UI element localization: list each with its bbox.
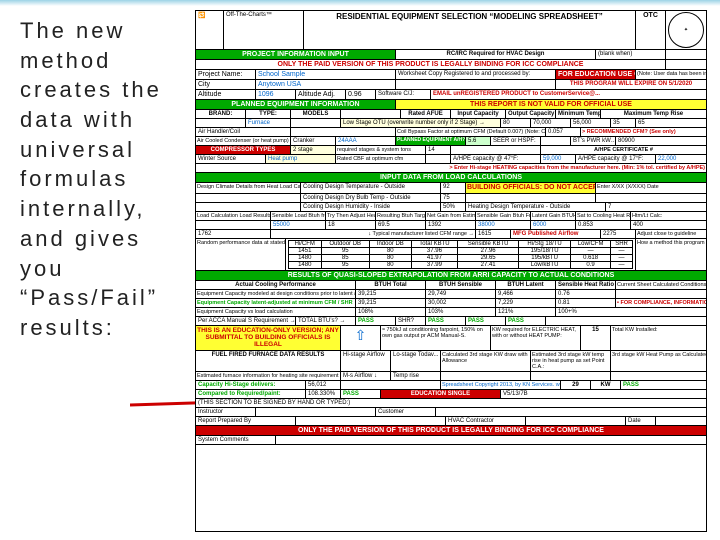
footer-banner: ONLY THE PAID VERSION OF THIS PRODUCT IS…: [196, 426, 706, 435]
edu-banner: FOR EDUCATION USE ONLY: [556, 70, 636, 79]
brand: Off-The-Charts™: [224, 11, 304, 49]
edu-warning: THIS IS AN EDUCATION-ONLY VERSION; ANY S…: [196, 326, 341, 349]
website-link: Spreadsheet Copyright 2013, by KN Servic…: [441, 381, 561, 389]
spreadsheet-image: 🔁 Off-The-Charts™ RESIDENTIAL EQUIPMENT …: [195, 10, 707, 532]
pass-result: PASS: [356, 317, 396, 325]
paid-banner: ONLY THE PAID VERSION OF THIS PRODUCT IS…: [196, 60, 666, 69]
up-arrow-icon: ⇧: [341, 326, 381, 349]
otc-logo-icon: ✦: [668, 12, 704, 48]
caption-text: The new method creates the data with uni…: [20, 16, 185, 343]
performance-table: Hi/CFMOutdoor DBIndoor DBTotal KBTUSensi…: [288, 240, 633, 269]
sheet-title: RESIDENTIAL EQUIPMENT SELECTION “MODELIN…: [304, 11, 636, 49]
officials-banner: BUILDING OFFICIALS: DO NOT ACCEPT RESULT…: [466, 183, 596, 193]
invalid-banner: THIS REPORT IS NOT VALID FOR OFFICIAL US…: [396, 100, 706, 109]
